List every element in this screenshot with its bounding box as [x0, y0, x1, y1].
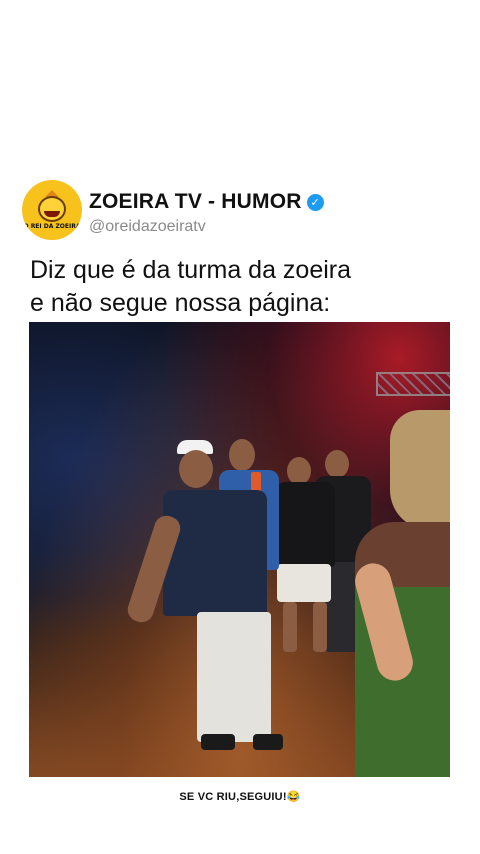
account-handle[interactable]: @oreidazoeiratv	[89, 218, 206, 236]
profile-avatar[interactable]: O REI DA ZOEIRA	[22, 180, 82, 240]
laughing-emoji-icon	[38, 196, 66, 222]
account-name-row: ZOEIRA TV - HUMOR ✓	[89, 190, 324, 214]
avatar-logo-text: O REI DA ZOEIRA	[23, 223, 81, 230]
video-player[interactable]	[29, 322, 450, 777]
footer-caption: SE VC RIU,SEGUIU!😂	[179, 791, 301, 803]
account-name[interactable]: ZOEIRA TV - HUMOR	[89, 190, 302, 214]
caption-line-1: Diz que é da turma da zoeira	[30, 256, 352, 284]
post-caption: Diz que é da turma da zoeira e não segue…	[30, 254, 460, 320]
post-header: O REI DA ZOEIRA ZOEIRA TV - HUMOR ✓ @ore…	[22, 180, 462, 242]
verified-badge-icon: ✓	[306, 193, 324, 211]
stage-truss	[376, 372, 450, 396]
caption-line-2: e não segue nossa página:	[30, 289, 331, 317]
person-foreground-hair	[390, 410, 450, 530]
